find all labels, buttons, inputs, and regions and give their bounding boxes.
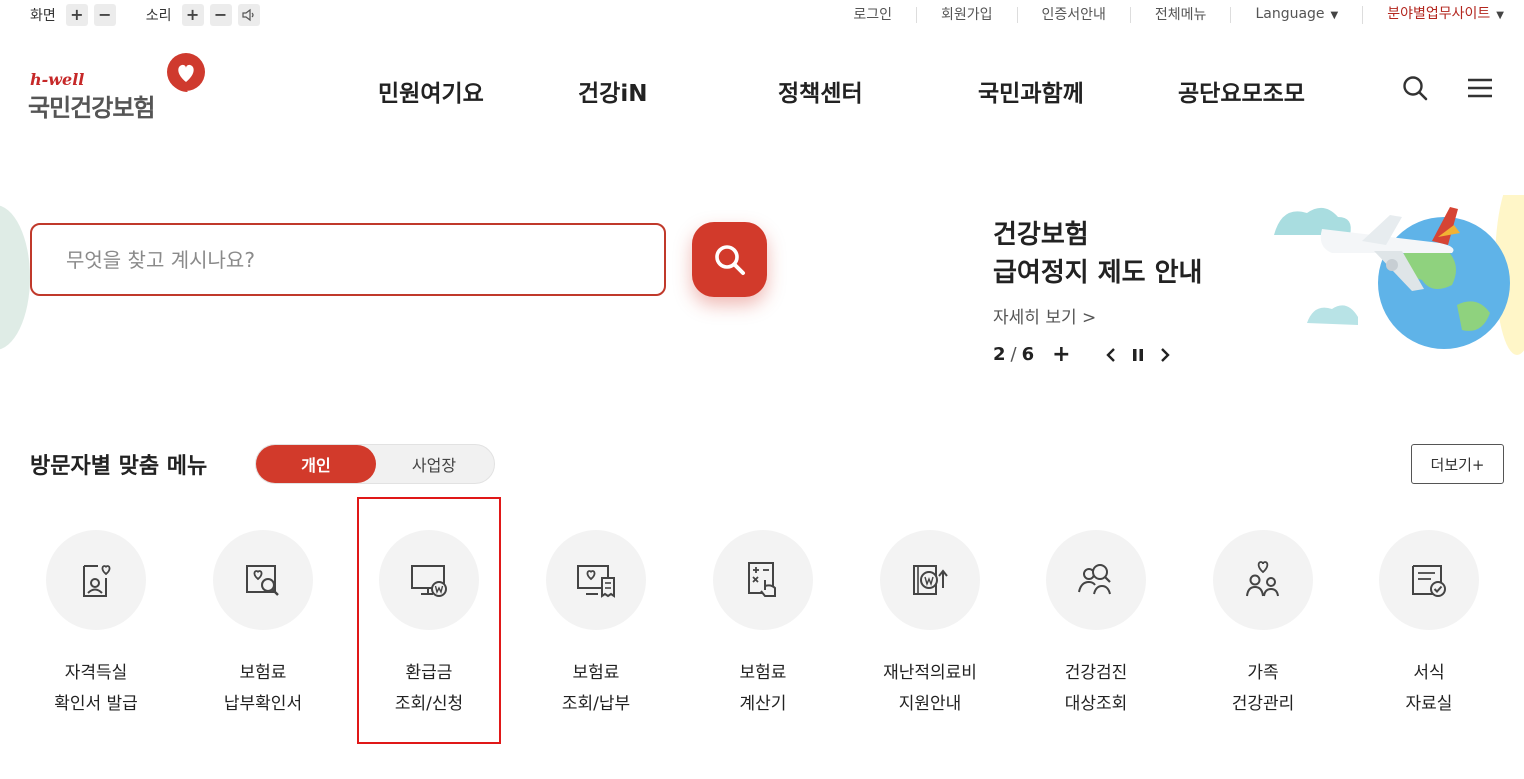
banner-current-page: 2 [993, 344, 1006, 365]
more-button[interactable]: 더보기+ [1411, 444, 1504, 484]
volume-up-button[interactable]: + [181, 4, 204, 26]
nav-civil-service[interactable]: 민원여기요 [378, 74, 484, 108]
screen-zoom-group: 화면 + − [30, 4, 122, 26]
highlight-box [357, 497, 501, 744]
document-search-icon [246, 565, 279, 596]
search-button[interactable] [692, 222, 767, 297]
quick-menu-label: 자격득실 확인서 발급 [54, 663, 138, 714]
family-heart-icon [1246, 561, 1279, 597]
monitor-receipt-icon [577, 565, 615, 598]
quick-menu-label: 가족 건강관리 [1231, 663, 1295, 714]
main-navigation: 민원여기요 건강iN 정책센터 국민과함께 공단요모조모 [0, 74, 1524, 107]
zoom-out-button[interactable]: − [93, 4, 116, 26]
airplane-globe-illustration [1274, 195, 1524, 355]
banner-page-separator: / [1010, 344, 1017, 365]
quick-menu-label: 보험료 조회/납부 [561, 663, 631, 714]
speaker-icon[interactable] [237, 4, 260, 26]
nav-policy-center[interactable]: 정책센터 [778, 74, 863, 108]
coin-arrow-up-icon [913, 565, 948, 595]
sound-group: 소리 + − [146, 4, 266, 26]
quick-menu-label: 보험료 계산기 [739, 663, 787, 714]
hamburger-menu-icon[interactable] [1466, 74, 1494, 102]
quick-menu-label: 보험료 납부확인서 [223, 663, 303, 714]
search-box [30, 223, 666, 296]
banner-detail-link[interactable]: 자세히 보기 > [993, 303, 1096, 328]
tab-business[interactable]: 사업장 [374, 445, 494, 483]
decorative-shape [0, 205, 30, 350]
banner-controls: 2 / 6 + [993, 342, 1171, 367]
quick-menu-icon-circle [1046, 530, 1146, 630]
utility-bar: 화면 + − 소리 + − 로그인 회원가입 인증서안내 전체메뉴 Langua… [0, 0, 1524, 32]
accessibility-controls: 화면 + − 소리 + − [30, 4, 290, 26]
volume-down-button[interactable]: − [209, 4, 232, 26]
banner-next-icon[interactable] [1159, 347, 1171, 363]
quick-menu-icon-circle [713, 530, 813, 630]
banner-title-line1: 건강보험 [993, 220, 1089, 250]
zoom-in-button[interactable]: + [65, 4, 88, 26]
banner-prev-icon[interactable] [1105, 347, 1117, 363]
section-title: 방문자별 맞춤 메뉴 [30, 454, 208, 479]
calculator-hand-icon [748, 562, 776, 597]
full-menu-link[interactable]: 전체메뉴 [1131, 7, 1232, 23]
signup-link[interactable]: 회원가입 [917, 7, 1018, 23]
utility-links: 로그인 회원가입 인증서안내 전체메뉴 Language ▼ 분야별업무사이트 ▼ [829, 6, 1504, 24]
quick-menu-icon-circle [213, 530, 313, 630]
screen-zoom-label: 화면 [30, 8, 56, 24]
field-sites-label: 분야별업무사이트 [1387, 6, 1491, 22]
quick-menu-label: 재난적의료비 지원안내 [883, 663, 977, 714]
banner-pause-icon[interactable] [1131, 347, 1145, 363]
quick-menu-icon-circle [546, 530, 646, 630]
quick-menu-icon-circle [1379, 530, 1479, 630]
field-sites-select[interactable]: 분야별업무사이트 ▼ [1363, 6, 1504, 24]
language-label: Language [1255, 6, 1325, 22]
banner-plus-icon[interactable]: + [1052, 342, 1070, 367]
quick-menu-label: 서식 자료실 [1405, 663, 1453, 714]
banner-title-line2: 급여정지 제도 안내 [993, 258, 1203, 288]
nav-about-nhis[interactable]: 공단요모조모 [1178, 74, 1305, 108]
person-search-icon [1078, 564, 1111, 595]
banner-total-pages: 6 [1021, 344, 1035, 365]
quick-menu-icon-circle [46, 530, 146, 630]
banner-title[interactable]: 건강보험 급여정지 제도 안내 [993, 216, 1202, 292]
visitor-type-toggle: 사업장 개인 [255, 444, 495, 484]
quick-menu-label: 건강검진 대상조회 [1064, 663, 1128, 714]
nav-with-citizens[interactable]: 국민과함께 [978, 74, 1084, 108]
nav-health-in[interactable]: 건강iN [578, 74, 647, 108]
search-input[interactable] [32, 225, 664, 294]
caret-down-icon: ▼ [1496, 10, 1504, 21]
document-check-icon [1412, 565, 1446, 597]
id-card-heart-icon [83, 565, 111, 597]
language-select[interactable]: Language ▼ [1231, 6, 1364, 24]
search-icon [714, 244, 745, 275]
sound-label: 소리 [145, 8, 172, 24]
tab-personal[interactable]: 개인 [256, 445, 376, 483]
login-link[interactable]: 로그인 [829, 7, 917, 23]
caret-down-icon: ▼ [1330, 10, 1339, 21]
quick-menu-icon-circle [1213, 530, 1313, 630]
certificate-guide-link[interactable]: 인증서안내 [1018, 7, 1131, 23]
search-icon[interactable] [1401, 74, 1429, 102]
quick-menu-icon-circle [880, 530, 980, 630]
